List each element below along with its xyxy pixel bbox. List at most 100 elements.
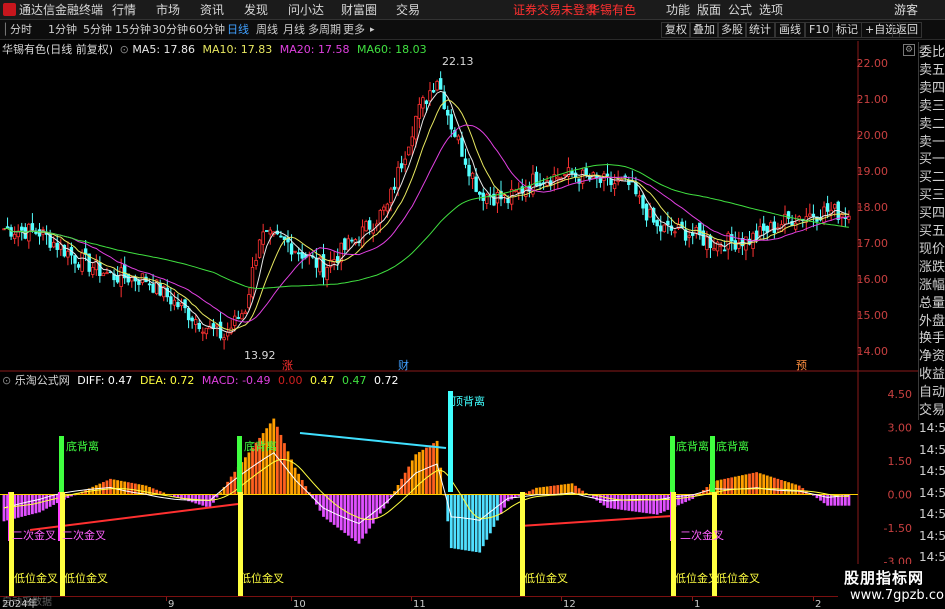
tab-intraday[interactable]: 分时 (10, 22, 32, 38)
candle-body (204, 327, 209, 335)
candle-body (186, 308, 191, 321)
chart-settings-icon[interactable]: ⚙ (903, 44, 915, 56)
indicator-legend: ⊙ 乐淘公式网 DIFF: 0.47 DEA: 0.72 MACD: -0.49… (2, 374, 399, 388)
tab-weekly[interactable]: 周线 (256, 22, 278, 38)
candle-body (12, 233, 17, 240)
macd-bar (630, 494, 634, 512)
tick-mark (692, 597, 693, 601)
menu-formula[interactable]: 公式 (728, 0, 752, 20)
overlay-button[interactable]: 叠加 (689, 22, 719, 38)
candle-body (421, 97, 425, 109)
tab-monthly[interactable]: 月线 (283, 22, 305, 38)
macd-bar (247, 452, 251, 495)
candle-body (485, 194, 489, 204)
back-button[interactable]: 返回 (892, 22, 922, 38)
adjust-button[interactable]: 复权 (661, 22, 691, 38)
menu-layout[interactable]: 版面 (697, 0, 721, 20)
candle-body (730, 234, 734, 242)
menu-function[interactable]: 功能 (666, 0, 690, 20)
menu-options[interactable]: 选项 (759, 0, 783, 20)
site-watermark: 股朋指标网 www.7gpzb.com (838, 564, 945, 609)
more-arrow-icon[interactable]: ▸ (370, 22, 375, 38)
menu-item-markets[interactable]: 市场 (156, 0, 180, 20)
macd-bar (268, 423, 272, 495)
candle-body (474, 176, 478, 192)
candle-body (403, 158, 407, 165)
menu-item-market[interactable]: 行情 (112, 0, 136, 20)
tab-15min[interactable]: 15分钟 (115, 22, 151, 38)
login-status[interactable]: 证券交易未登录 (513, 0, 597, 20)
macd-bar (417, 452, 421, 495)
indicator-tick: 4.50 (888, 388, 913, 401)
kline-chart[interactable]: 22.0021.0020.0019.0018.0017.0016.0015.00… (0, 41, 918, 596)
macd-bar (336, 494, 340, 528)
macd-bar (229, 476, 233, 495)
candle-body (190, 317, 194, 322)
bottom-divergence-signal (237, 436, 242, 492)
menu-item-ask[interactable]: 问小达 (288, 0, 324, 20)
candle-body (449, 114, 453, 130)
macd-bar (449, 494, 453, 549)
macd-bar (283, 443, 286, 495)
macd-bar (322, 494, 325, 517)
candle-body (605, 173, 610, 177)
candle-body (662, 224, 666, 233)
candle-body (460, 137, 464, 157)
menu-item-wealth[interactable]: 财富圈 (341, 0, 377, 20)
macd-bar (148, 486, 151, 495)
tab-daily[interactable]: 日线 (227, 22, 249, 38)
tab-5min[interactable]: 5分钟 (83, 22, 112, 38)
time-axis: 自动采数据 2024年 9 10 11 12 1 2 (0, 596, 838, 609)
ma10-value: MA10: 17.83 (202, 43, 273, 56)
menu-item-discover[interactable]: 发现 (244, 0, 268, 20)
f10-button[interactable]: F10 (805, 22, 834, 38)
trade-label[interactable]: 交易 (919, 402, 945, 420)
ma5-value: MA5: 17.86 (132, 43, 196, 56)
macd-bar (755, 472, 758, 495)
candle-body (343, 238, 347, 250)
tab-60min[interactable]: 60分钟 (189, 22, 225, 38)
candle-body (637, 195, 642, 198)
candle-body (687, 235, 691, 238)
macd-bar (733, 476, 737, 495)
quote-label: 卖二 (919, 116, 945, 132)
macd-bar (119, 480, 123, 495)
tab-30min[interactable]: 30分钟 (152, 22, 188, 38)
stats-button[interactable]: 统计 (745, 22, 775, 38)
diff-value: DIFF: 0.47 (77, 374, 133, 387)
menu-item-trade[interactable]: 交易 (396, 0, 420, 20)
macd-bar (453, 494, 457, 549)
auto-trade-label[interactable]: 自动 (919, 384, 945, 402)
top-divergence-link (299, 432, 447, 449)
macd-bar (528, 491, 531, 495)
candle-body (30, 223, 35, 231)
menu-bar: 通达信金融终端 行情 市场 资讯 发现 问小达 财富圈 交易 证券交易未登录 华… (0, 0, 945, 20)
macd-bar (662, 494, 666, 512)
low-golden-label: 低位金叉 (716, 571, 760, 585)
candle-body (431, 89, 436, 93)
macd-bar (244, 457, 247, 495)
menu-item-news[interactable]: 资讯 (200, 0, 224, 20)
month-label: 1 (694, 599, 701, 609)
quote-label: 卖五 (919, 62, 945, 78)
indicator-value: 0.47 (342, 374, 367, 387)
legend-toggle-icon[interactable]: ⊙ (120, 43, 129, 56)
candle-body (428, 90, 432, 102)
tab-1min[interactable]: 1分钟 (48, 22, 77, 38)
tab-multi-period[interactable]: 多周期 (308, 22, 341, 38)
candle-body (712, 247, 716, 251)
indicator-value: 0.72 (374, 374, 399, 387)
candle-body (772, 221, 777, 233)
candle-body (105, 272, 109, 275)
tick-mark (411, 597, 412, 601)
tick-mark (291, 597, 292, 601)
tab-more[interactable]: 更多 (343, 22, 365, 38)
indicator-toggle-icon[interactable]: ⊙ (2, 374, 11, 387)
mark-button[interactable]: 标记 (832, 22, 862, 38)
low-golden-label: 低位金叉 (14, 571, 58, 585)
draw-button[interactable]: 画线 (775, 22, 805, 38)
macd-bar (748, 473, 751, 495)
dea-value: DEA: 0.72 (139, 374, 195, 387)
guest-button[interactable]: 游客 (894, 0, 918, 20)
multi-stock-button[interactable]: 多股 (717, 22, 747, 38)
